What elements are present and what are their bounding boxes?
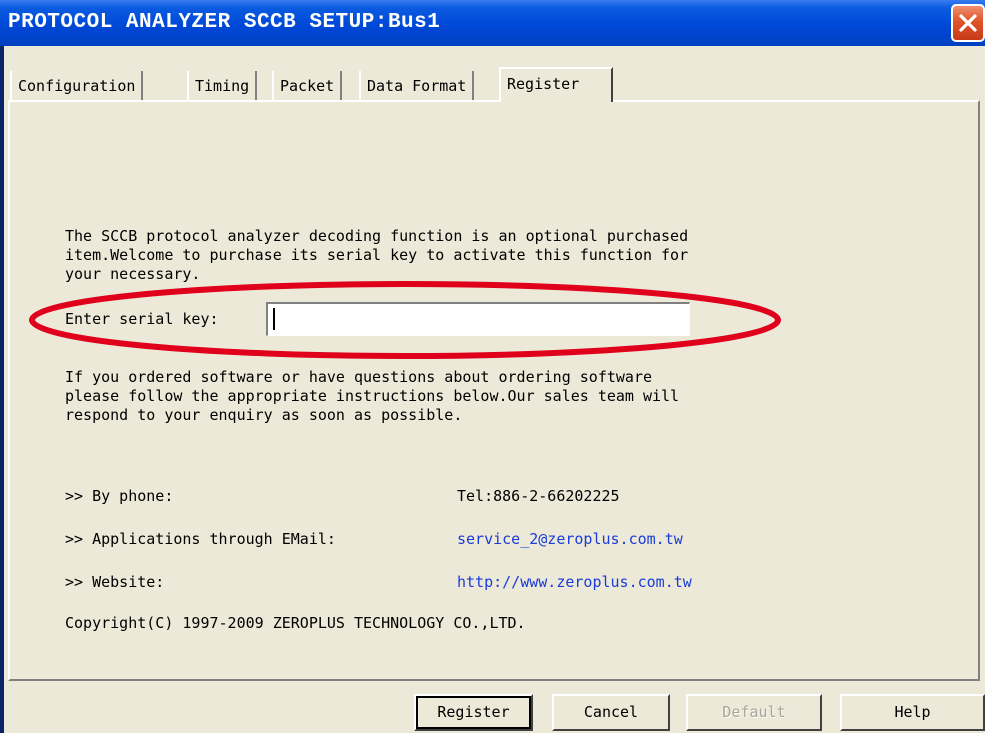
website-link[interactable]: http://www.zeroplus.com.tw: [457, 573, 692, 591]
register-tab-panel: The SCCB protocol analyzer decoding func…: [8, 100, 980, 681]
title-bar[interactable]: PROTOCOL ANALYZER SCCB SETUP:Bus1: [0, 0, 985, 46]
tab-register[interactable]: Register: [499, 67, 613, 102]
ordering-info-text: If you ordered software or have question…: [65, 368, 680, 424]
email-link[interactable]: service_2@zeroplus.com.tw: [457, 530, 683, 548]
help-button[interactable]: Help: [840, 694, 985, 731]
serial-key-input[interactable]: [266, 302, 690, 336]
close-icon: [959, 14, 977, 32]
intro-text: The SCCB protocol analyzer decoding func…: [65, 227, 689, 283]
text-caret: [273, 308, 275, 330]
dialog-client-area: Configuration Timing Packet Data Format …: [4, 46, 985, 733]
window-title: PROTOCOL ANALYZER SCCB SETUP:Bus1: [8, 11, 441, 34]
cancel-button[interactable]: Cancel: [552, 694, 670, 731]
website-label: >> Website:: [65, 573, 165, 591]
register-button[interactable]: Register: [414, 694, 533, 731]
serial-key-label: Enter serial key:: [65, 310, 219, 328]
tab-configuration[interactable]: Configuration: [10, 71, 144, 102]
tab-packet[interactable]: Packet: [272, 71, 343, 102]
phone-label: >> By phone:: [65, 487, 174, 505]
tab-data-format[interactable]: Data Format: [359, 71, 475, 102]
tab-timing[interactable]: Timing: [187, 71, 258, 102]
phone-value: Tel:886-2-66202225: [457, 487, 620, 505]
email-label: >> Applications through EMail:: [65, 530, 336, 548]
dialog-window: PROTOCOL ANALYZER SCCB SETUP:Bus1 Config…: [0, 0, 985, 733]
default-button: Default: [686, 694, 822, 731]
close-button[interactable]: [951, 4, 985, 42]
copyright-text: Copyright(C) 1997-2009 ZEROPLUS TECHNOLO…: [65, 614, 526, 632]
